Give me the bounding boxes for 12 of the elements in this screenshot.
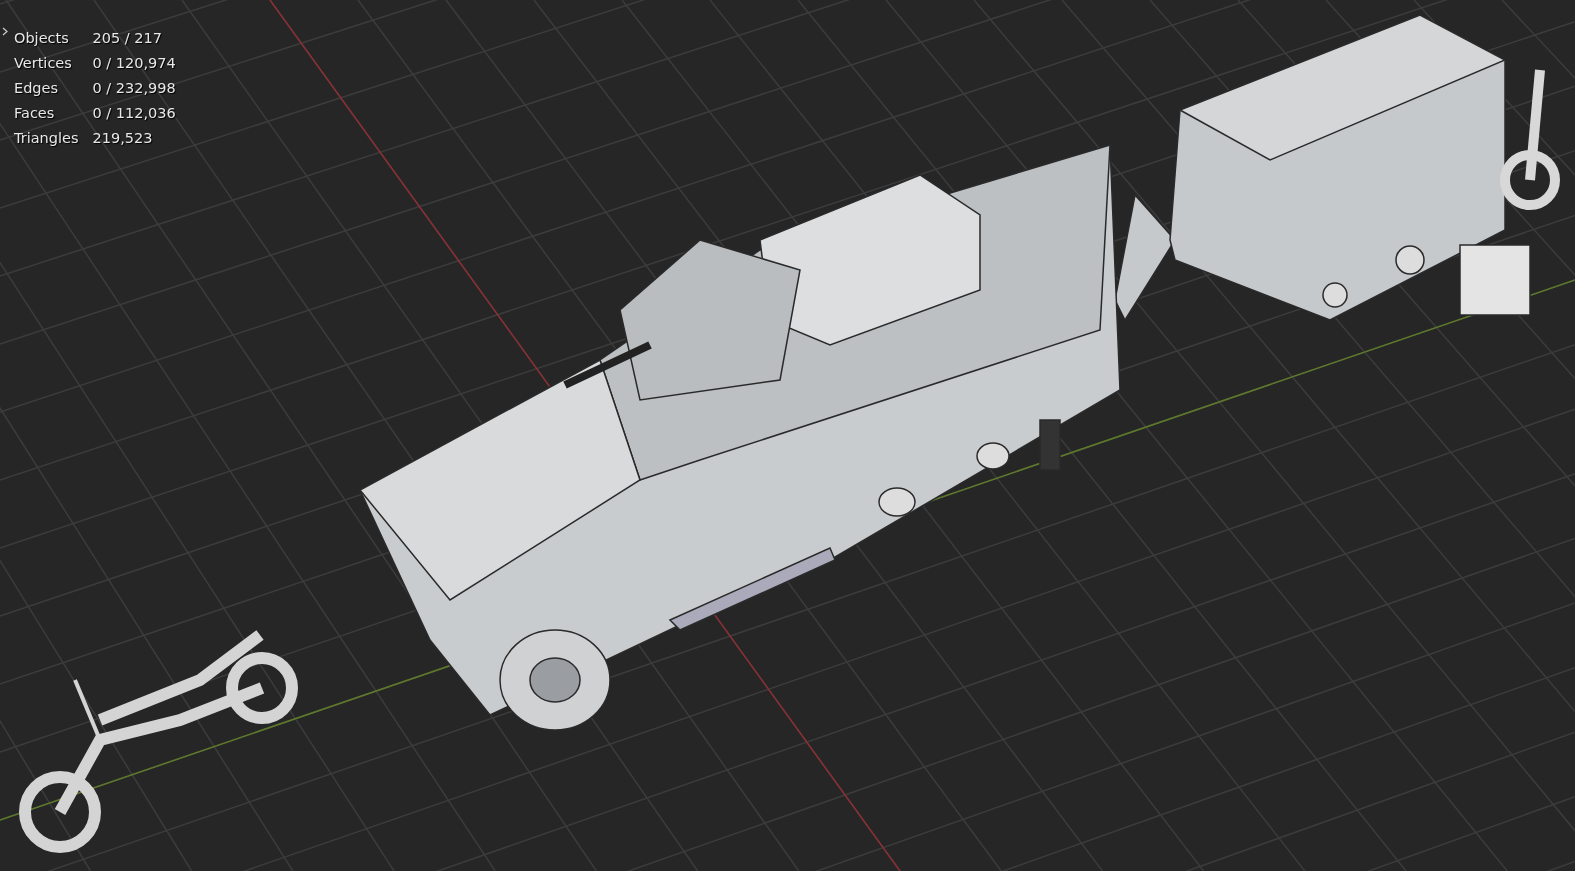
stat-label: Triangles bbox=[14, 129, 79, 148]
stat-value: 0 / 112,036 bbox=[92, 104, 176, 123]
stat-value: 219,523 bbox=[92, 129, 154, 148]
stat-label: Faces bbox=[14, 104, 56, 123]
stat-label: Edges bbox=[14, 79, 60, 98]
overlay-toggle-icon[interactable] bbox=[2, 27, 8, 36]
stat-label: Vertices bbox=[14, 54, 73, 73]
3d-viewport[interactable]: Objects 205 / 217 Vertices 0 / 120,974 Edges 0 / 232,998 Faces 0 / 112,036 Triangles 219,523 bbox=[0, 0, 1575, 871]
stat-value: 0 / 232,998 bbox=[92, 79, 176, 98]
stat-value: 0 / 120,974 bbox=[92, 54, 176, 73]
stat-value: 205 / 217 bbox=[92, 29, 163, 48]
stat-label: Objects bbox=[14, 29, 70, 48]
